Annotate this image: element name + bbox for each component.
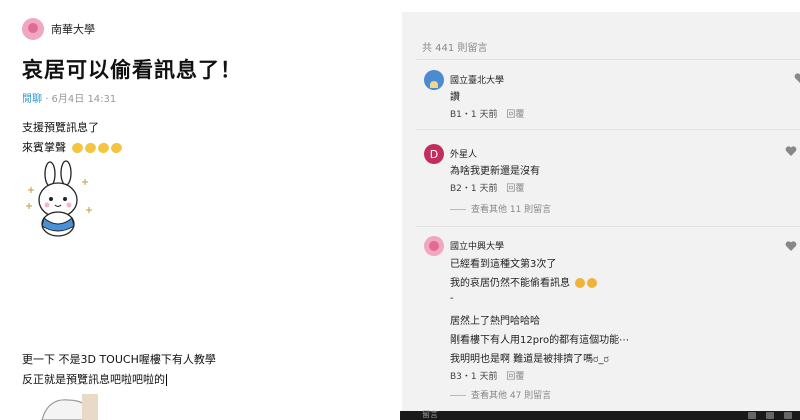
comment-text: - xyxy=(450,293,454,304)
view-more-replies[interactable]: 查看其他 11 則留言 xyxy=(450,202,551,215)
post-line-text: 來賓掌聲 xyxy=(22,141,66,154)
comment-text: 我明明也是啊 難道是被排擠了嗎ರ_ರ xyxy=(450,354,609,365)
comment-meta: B2・1 天前 回覆 xyxy=(450,181,524,194)
dash-line xyxy=(450,395,466,396)
commenter-name[interactable]: 國立中興大學 xyxy=(450,239,504,252)
board-avatar xyxy=(22,18,44,40)
divider xyxy=(416,129,800,130)
clap-icon xyxy=(109,141,123,155)
post-date: 6月4日 14:31 xyxy=(51,94,117,105)
action-icon[interactable] xyxy=(766,412,774,419)
comment-text: 讚 xyxy=(450,92,460,103)
sad-face-icon xyxy=(575,278,586,288)
comment-text: 已經看到這種文第3次了 xyxy=(450,259,557,270)
clapping-hands-icons xyxy=(70,141,123,155)
post-line: 支援預覽訊息了 xyxy=(22,121,99,134)
comment-count: 共 441 則留言 xyxy=(422,43,488,54)
comment-text-part: 我的哀居仍然不能偷看訊息 xyxy=(450,278,570,289)
dash-line xyxy=(450,209,466,210)
comment-meta: B1・1 天前 回覆 xyxy=(450,107,524,120)
clap-icon xyxy=(83,141,97,155)
divider xyxy=(416,226,800,227)
comment-text-with-emoji: 我的哀居仍然不能偷看訊息 xyxy=(450,274,598,289)
post-meta: 閒聊 · 6月4日 14:31 xyxy=(22,90,116,105)
comment-meta: B3・1 天前 回覆 xyxy=(450,369,524,382)
sad-face-icon xyxy=(587,278,598,288)
comment-item: 國立中興大學 已經看到這種文第3次了 我的哀居仍然不能偷看訊息 - 居然上了熱門… xyxy=(424,236,800,420)
reply-button[interactable]: 回覆 xyxy=(506,372,524,382)
post-category[interactable]: 閒聊 xyxy=(22,94,42,105)
update-line: 更一下 不是3D TOUCH喔樓下有人教學 xyxy=(22,353,216,366)
comment-floor-time: B3・1 天前 xyxy=(450,372,498,382)
clap-icon xyxy=(70,141,84,155)
commenter-avatar[interactable] xyxy=(424,70,444,90)
comment-input-label: 留言 xyxy=(422,410,438,419)
commenter-avatar[interactable]: D xyxy=(424,144,444,164)
commenter-name[interactable]: 國立臺北大學 xyxy=(450,73,504,86)
comment-item: D 外星人 為啥我更新還是沒有 B2・1 天前 回覆 查看其他 11 則留言 xyxy=(424,144,800,224)
comment-text: 居然上了熱門哈哈哈 xyxy=(450,316,540,327)
comment-text: 剛看樓下有人用12pro的都有這個功能⋯ xyxy=(450,335,630,346)
bottom-actions xyxy=(748,412,792,419)
comment-floor-time: B1・1 天前 xyxy=(450,110,498,120)
divider xyxy=(416,59,800,60)
post-line-with-emoji: 來賓掌聲 xyxy=(22,139,123,155)
bunny-sticker-icon xyxy=(26,160,92,237)
action-icon[interactable] xyxy=(748,412,756,419)
view-more-label: 查看其他 47 則留言 xyxy=(471,391,552,401)
heart-icon[interactable] xyxy=(785,145,797,157)
comment-text: 為啥我更新還是沒有 xyxy=(450,166,540,177)
comments-panel: 共 441 則留言 國立臺北大學 讚 B1・1 天前 回覆 D 外星人 為啥我更… xyxy=(402,12,800,420)
comment-floor-time: B2・1 天前 xyxy=(450,184,498,194)
update-line-editing[interactable]: 反正就是預覽訊息吧啦吧啦的 xyxy=(22,371,167,387)
heart-icon[interactable] xyxy=(794,72,800,84)
board-header[interactable]: 南華大學 xyxy=(22,18,95,40)
heart-icon[interactable] xyxy=(785,240,797,252)
post-panel: 南華大學 哀居可以偷看訊息了！ 閒聊 · 6月4日 14:31 支援預覽訊息了 … xyxy=(0,0,400,420)
commenter-name[interactable]: 外星人 xyxy=(450,147,477,160)
text-caret xyxy=(166,374,167,386)
view-more-replies[interactable]: 查看其他 47 則留言 xyxy=(450,388,551,401)
view-more-label: 查看其他 11 則留言 xyxy=(471,205,552,215)
clap-icon xyxy=(96,141,110,155)
board-name[interactable]: 南華大學 xyxy=(51,21,95,37)
comment-input-bar[interactable]: 留言 xyxy=(400,410,800,420)
partial-sticker-icon xyxy=(41,394,98,420)
reply-button[interactable]: 回覆 xyxy=(506,184,524,194)
comment-item: 國立臺北大學 讚 B1・1 天前 回覆 xyxy=(424,70,800,130)
update-line-text: 反正就是預覽訊息吧啦吧啦的 xyxy=(22,373,165,386)
action-icon[interactable] xyxy=(784,412,792,419)
post-title: 哀居可以偷看訊息了！ xyxy=(22,58,242,82)
reply-button[interactable]: 回覆 xyxy=(506,110,524,120)
commenter-avatar[interactable] xyxy=(424,236,444,256)
